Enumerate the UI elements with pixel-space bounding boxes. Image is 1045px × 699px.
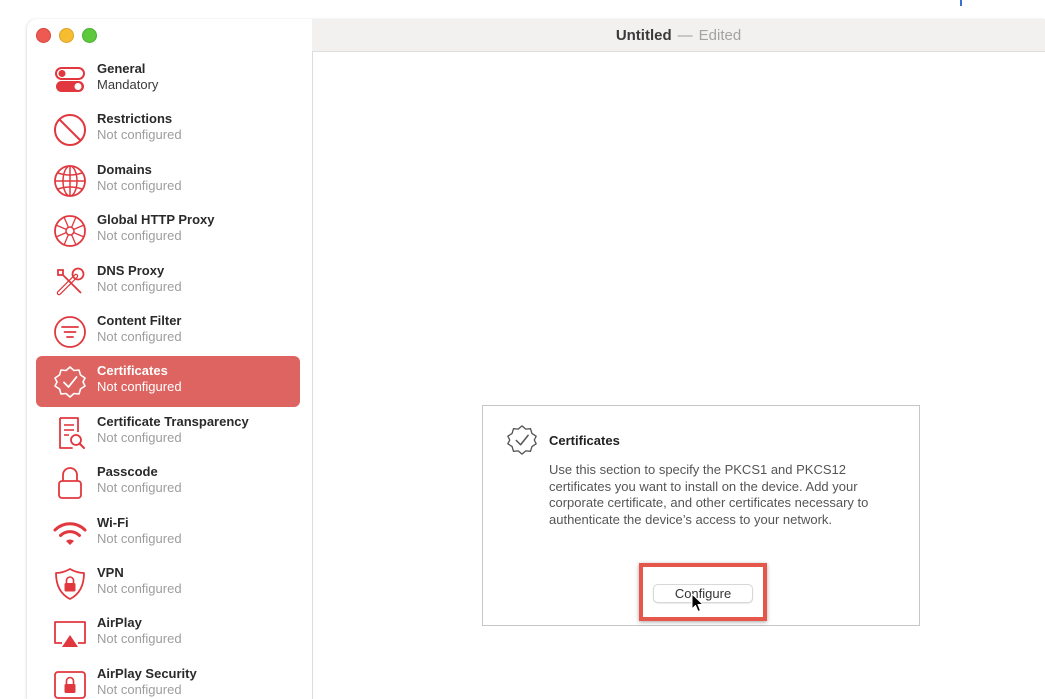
window-controls: [36, 28, 97, 43]
filter-icon: [52, 314, 88, 350]
sidebar-item-status: Not configured: [97, 530, 182, 546]
sidebar-item-status: Not configured: [97, 580, 182, 596]
sidebar-item-label: DNS Proxy: [97, 262, 165, 278]
title-separator: —: [677, 26, 693, 44]
sidebar-item-status: Not configured: [97, 177, 182, 193]
certificate-badge-icon: [505, 423, 539, 457]
sidebar-item-domains[interactable]: Domains Not configured: [36, 155, 300, 205]
close-window-button[interactable]: [36, 28, 51, 43]
sidebar-item-status: Not configured: [97, 379, 182, 395]
airplay-lock-icon: [52, 667, 88, 699]
sidebar-item-certificate-transparency[interactable]: Certificate Transparency Not configured: [36, 407, 300, 457]
globe-icon: [52, 163, 88, 199]
sidebar-item-status: Mandatory: [97, 77, 159, 92]
profile-window: General Mandatory Restrictions Not confi…: [27, 19, 1045, 699]
sidebar-item-label: Wi-Fi: [97, 514, 129, 530]
sidebar-item-label: Passcode: [97, 464, 158, 480]
sidebar-item-passcode[interactable]: Passcode Not configured: [36, 457, 300, 507]
sidebar-item-status: Not configured: [97, 429, 182, 445]
sidebar-item-status: Not configured: [97, 480, 182, 496]
document-search-icon: [52, 415, 88, 451]
tools-icon: [52, 264, 88, 300]
no-entry-icon: [52, 112, 88, 148]
sidebar-item-status: Not configured: [97, 127, 182, 143]
card-description: Use this section to specify the PKCS1 an…: [549, 462, 869, 527]
sidebar-item-status: Not configured: [97, 328, 182, 344]
airplay-icon: [52, 616, 88, 652]
sidebar-item-status: Not configured: [97, 631, 182, 647]
sidebar-item-label: AirPlay: [97, 615, 142, 631]
payload-empty-state-card: Certificates Use this section to specify…: [482, 405, 920, 626]
lock-icon: [52, 465, 88, 501]
sidebar-item-label: VPN: [97, 564, 124, 580]
window-title: Untitled: [615, 26, 672, 44]
vpn-shield-icon: [52, 566, 88, 602]
sidebar-item-label: AirPlay Security: [97, 665, 197, 681]
sidebar-item-airplay-security[interactable]: AirPlay Security Not configured: [36, 659, 300, 699]
card-title: Certificates: [549, 433, 620, 448]
sidebar-item-airplay[interactable]: AirPlay Not configured: [36, 608, 300, 658]
sidebar-item-status: Not configured: [97, 278, 182, 294]
sidebar: General Mandatory Restrictions Not confi…: [27, 19, 313, 699]
sidebar-item-label: Domains: [97, 161, 152, 177]
sidebar-item-wifi[interactable]: Wi-Fi Not configured: [36, 508, 300, 558]
mouse-pointer-icon: [691, 593, 705, 613]
sidebar-item-label: Content Filter: [97, 312, 182, 328]
sidebar-item-general[interactable]: General Mandatory: [36, 54, 300, 104]
zoom-window-button[interactable]: [82, 28, 97, 43]
sidebar-item-vpn[interactable]: VPN Not configured: [36, 558, 300, 608]
sidebar-item-restrictions[interactable]: Restrictions Not configured: [36, 104, 300, 154]
sidebar-item-content-filter[interactable]: Content Filter Not configured: [36, 306, 300, 356]
sidebar-item-certificates[interactable]: Certificates Not configured: [36, 356, 300, 407]
sidebar-item-global-http-proxy[interactable]: Global HTTP Proxy Not configured: [36, 205, 300, 255]
sidebar-item-label: General: [97, 61, 146, 76]
payload-list: General Mandatory Restrictions Not confi…: [36, 54, 300, 699]
sidebar-item-label: Certificates: [97, 363, 168, 379]
offscreen-indicator: [960, 0, 962, 6]
sidebar-item-dns-proxy[interactable]: DNS Proxy Not configured: [36, 256, 300, 306]
sidebar-item-status: Not configured: [97, 228, 182, 244]
edited-status: Edited: [698, 26, 742, 44]
window-titlebar: Untitled — Edited: [312, 19, 1045, 52]
toggle-icon: [52, 62, 88, 98]
sidebar-item-label: Restrictions: [97, 111, 173, 127]
certificate-badge-icon: [52, 364, 88, 400]
sidebar-item-label: Global HTTP Proxy: [97, 212, 215, 228]
minimize-window-button[interactable]: [59, 28, 74, 43]
sidebar-item-label: Certificate Transparency: [97, 413, 249, 429]
wifi-icon: [52, 516, 88, 552]
globe-network-icon: [52, 213, 88, 249]
sidebar-item-status: Not configured: [97, 681, 182, 697]
